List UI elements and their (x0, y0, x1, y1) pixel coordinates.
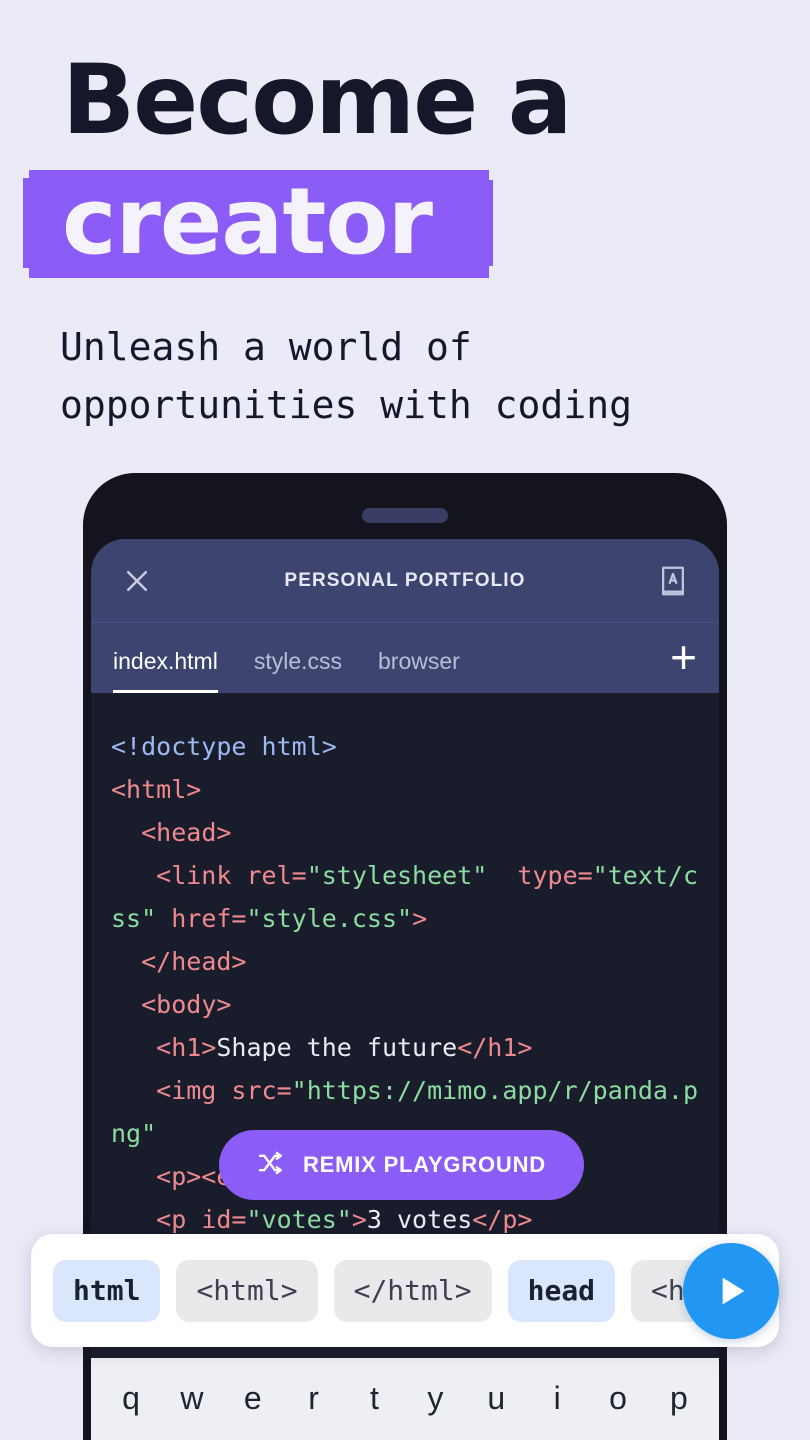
code-line: <body> (111, 983, 699, 1026)
code-line: <!doctype html> (111, 725, 699, 768)
key-p[interactable]: p (653, 1380, 705, 1417)
key-u[interactable]: u (470, 1380, 522, 1417)
autocomplete-chip-head[interactable]: head (507, 1259, 616, 1322)
headline-line-2: creator (62, 168, 433, 275)
code-token: href= (171, 904, 247, 933)
key-e[interactable]: e (227, 1380, 279, 1417)
code-token: "votes" (246, 1205, 352, 1234)
code-token: Shape the future (216, 1033, 458, 1062)
code-token: <html> (111, 775, 202, 804)
remix-playground-label: REMIX PLAYGROUND (302, 1152, 546, 1177)
code-token: </h1> (457, 1033, 533, 1062)
code-token: > (412, 904, 428, 933)
close-icon[interactable] (115, 559, 159, 603)
app-bar-title: PERSONAL PORTFOLIO (284, 569, 526, 591)
keyboard-row-1: qwertyuiop (91, 1358, 719, 1417)
tab-style-css[interactable]: style.css (254, 648, 342, 693)
run-button[interactable] (683, 1243, 779, 1339)
file-tab-bar: index.html style.css browser + (91, 622, 719, 693)
code-token: <head> (111, 818, 232, 847)
code-token: > (351, 1205, 367, 1234)
file-tabs: index.html style.css browser (113, 623, 496, 693)
tab-index-html[interactable]: index.html (113, 648, 218, 693)
hero-subtitle-line-2: opportunities with coding (60, 383, 632, 427)
code-token: <img (111, 1076, 232, 1105)
headline-line-1: Become a (62, 44, 572, 156)
key-o[interactable]: o (592, 1380, 644, 1417)
code-line: <head> (111, 811, 699, 854)
autocomplete-chip-html[interactable]: html (53, 1259, 161, 1322)
remix-playground-button[interactable]: REMIX PLAYGROUND (219, 1130, 584, 1200)
hero-subtitle: Unleash a world of opportunities with co… (60, 318, 780, 434)
code-line: <html> (111, 768, 699, 811)
code-token: "stylesheet" (306, 861, 488, 890)
hero-subtitle-line-1: Unleash a world of (60, 325, 472, 369)
code-token: <link (111, 861, 247, 890)
hero-section: Become a creator (0, 0, 810, 278)
book-a-icon[interactable] (651, 559, 695, 603)
tab-browser[interactable]: browser (378, 648, 460, 693)
key-y[interactable]: y (409, 1380, 461, 1417)
on-screen-keyboard: qwertyuiop (91, 1358, 719, 1440)
code-line: <link rel="stylesheet" type="text/css" h… (111, 854, 699, 940)
code-token: rel= (246, 861, 307, 890)
code-line: <h1>Shape the future</h1> (111, 1026, 699, 1069)
code-line: </head> (111, 940, 699, 983)
code-token: type= (487, 861, 593, 890)
shuffle-icon (257, 1151, 287, 1180)
autocomplete-chip-html[interactable]: </html> (333, 1259, 492, 1322)
code-token: <body> (111, 990, 232, 1019)
code-token: <p (111, 1205, 202, 1234)
code-token: src= (231, 1076, 292, 1105)
code-token: 3 votes (366, 1205, 473, 1234)
code-token: "style.css" (246, 904, 413, 933)
code-token: id= (201, 1205, 247, 1234)
code-token: </head> (111, 947, 247, 976)
autocomplete-toolbar: html <html> </html> head <h (31, 1234, 779, 1347)
headline-line-2-row: creator (0, 168, 810, 278)
phone-speaker (362, 508, 448, 523)
app-bar: PERSONAL PORTFOLIO (91, 539, 719, 622)
key-r[interactable]: r (288, 1380, 340, 1417)
key-t[interactable]: t (349, 1380, 401, 1417)
code-token: <h1> (111, 1033, 217, 1062)
add-tab-button[interactable]: + (670, 634, 697, 693)
code-token: <!doctype html> (111, 732, 337, 761)
autocomplete-chip-html[interactable]: <html> (176, 1259, 318, 1322)
key-q[interactable]: q (105, 1380, 157, 1417)
key-i[interactable]: i (531, 1380, 583, 1417)
code-token: </p> (472, 1205, 533, 1234)
key-w[interactable]: w (166, 1380, 218, 1417)
play-icon (722, 1277, 745, 1305)
